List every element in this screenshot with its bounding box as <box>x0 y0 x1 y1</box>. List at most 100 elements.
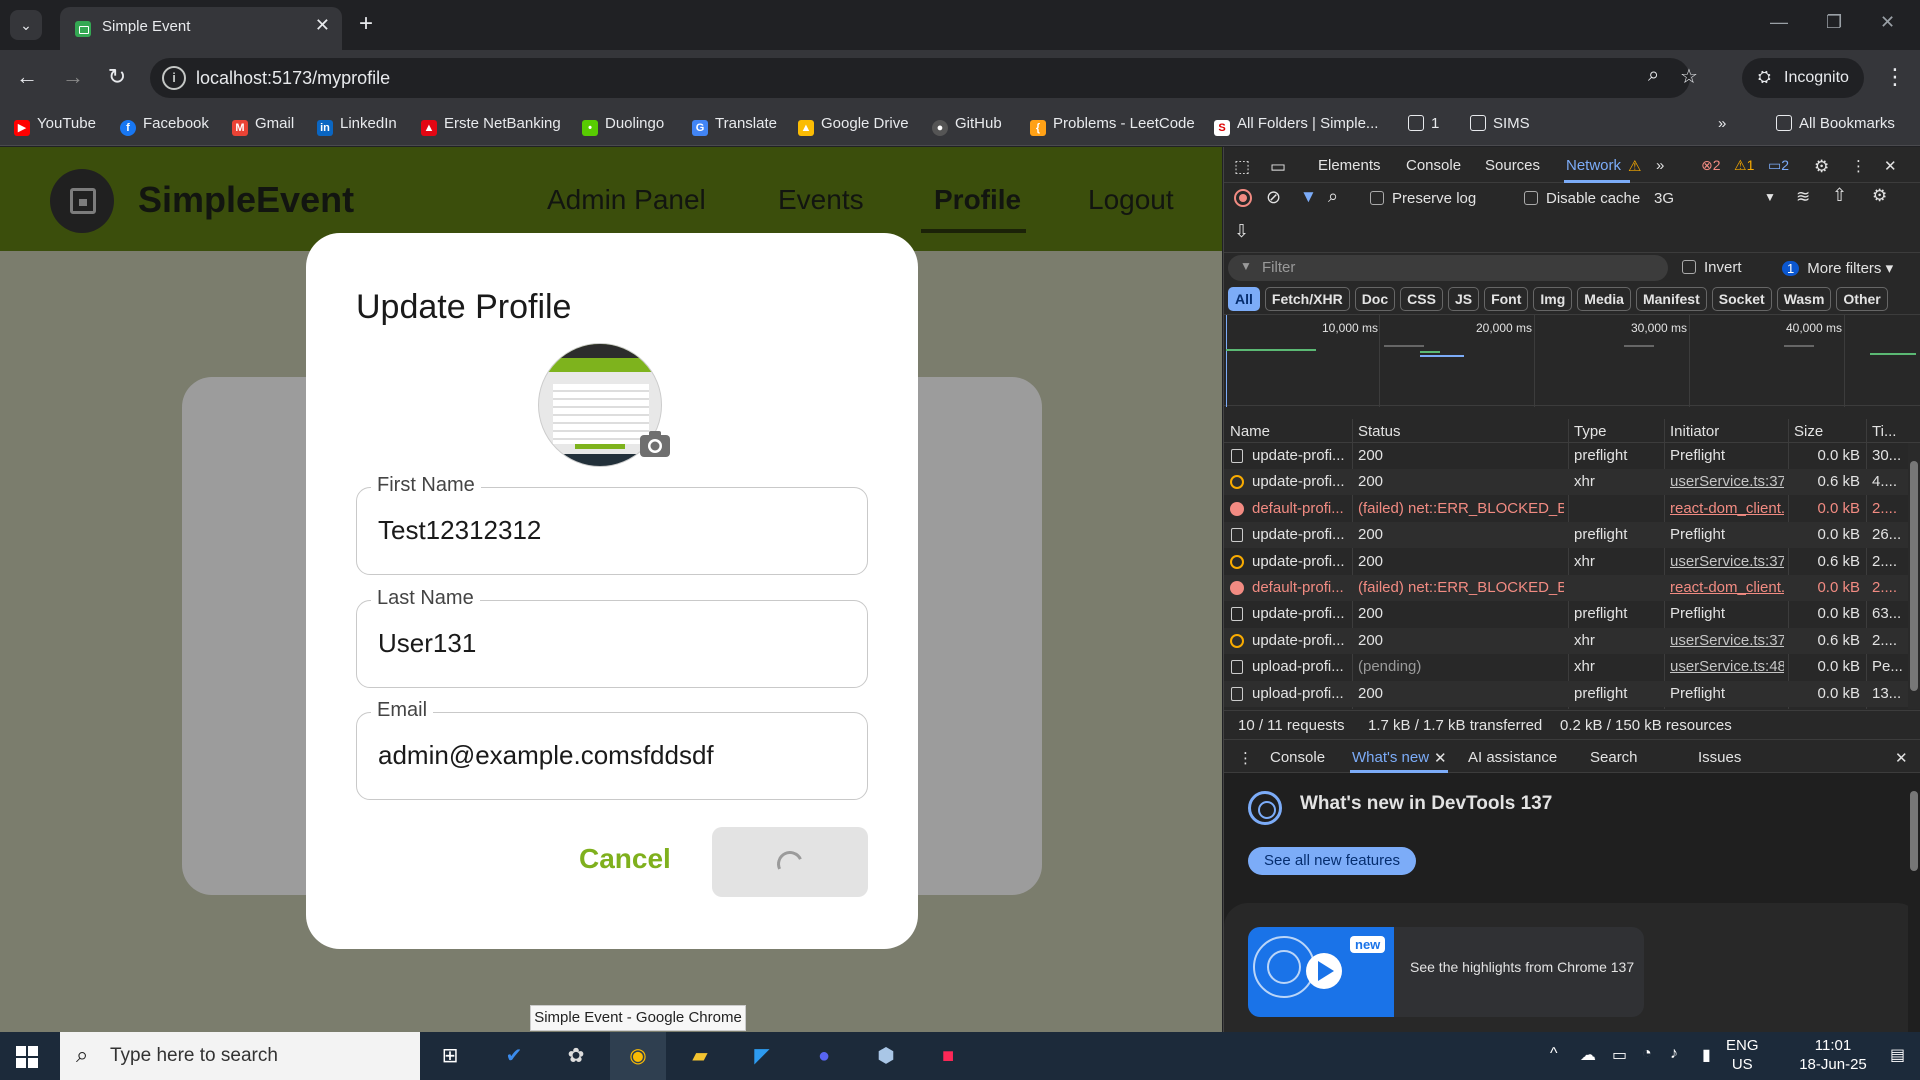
brand-name[interactable]: SimpleEvent <box>138 179 354 221</box>
filter-input[interactable]: ▼ Filter <box>1228 255 1668 281</box>
more-bookmarks-chevron-icon[interactable]: » <box>1718 115 1726 132</box>
reload-icon[interactable]: ↻ <box>102 64 132 90</box>
filter-other[interactable]: Other <box>1836 287 1888 311</box>
first-name-input[interactable]: Test12312312 <box>378 515 541 546</box>
language-indicator[interactable]: ENG US <box>1726 1036 1759 1074</box>
drawer-tab-issues[interactable]: Issues <box>1698 749 1741 766</box>
new-tab-button[interactable]: + <box>352 10 380 38</box>
filter-doc[interactable]: Doc <box>1354 287 1396 311</box>
filter-img[interactable]: Img <box>1533 287 1573 311</box>
forward-icon[interactable]: → <box>58 64 88 90</box>
settings-gear-icon[interactable]: ⚙ <box>1814 157 1829 177</box>
address-bar[interactable]: i localhost:5173/myprofile ⌕ ☆ <box>150 58 1698 98</box>
close-devtools-icon[interactable]: ✕ <box>1884 157 1897 175</box>
filter-all[interactable]: All <box>1228 287 1260 311</box>
table-row[interactable]: update-profi... 200 preflight Preflight 0.0 … <box>1224 443 1920 469</box>
table-row[interactable]: update-profi... 200 preflight Preflight 0.0 … <box>1224 601 1920 627</box>
discord-app-icon[interactable]: ● <box>806 1040 842 1072</box>
drawer-tab-console[interactable]: Console <box>1270 749 1325 766</box>
intellij-app-icon[interactable]: ■ <box>930 1040 966 1072</box>
close-drawer-icon[interactable]: ✕ <box>1895 749 1908 767</box>
vscode-app-icon[interactable]: ◤ <box>744 1040 780 1072</box>
info-count-badge[interactable]: ▭2 <box>1768 157 1789 174</box>
clock[interactable]: 11:01 18-Jun-25 <box>1790 1036 1876 1074</box>
filter-funnel-icon[interactable]: ▼ <box>1300 187 1317 207</box>
clear-log-icon[interactable]: ⊘ <box>1266 187 1281 208</box>
paint-app-icon[interactable]: ✿ <box>558 1040 594 1072</box>
url-text[interactable]: localhost:5173/myprofile <box>196 68 390 89</box>
site-info-icon[interactable]: i <box>162 66 186 90</box>
postgres-app-icon[interactable]: ⬢ <box>868 1040 904 1072</box>
task-view-icon[interactable]: ⊞ <box>432 1040 468 1072</box>
email-field[interactable]: Email admin@example.comsfddsdf <box>356 699 868 800</box>
bookmark-erste[interactable]: ▲ Erste NetBanking <box>421 115 561 136</box>
tab-network[interactable]: Network <box>1566 157 1621 174</box>
bookmark-linkedin[interactable]: in LinkedIn <box>317 115 397 136</box>
more-filters-button[interactable]: 1 More filters ▾ <box>1782 259 1893 277</box>
col-initiator[interactable]: Initiator <box>1670 423 1719 440</box>
nav-profile[interactable]: Profile <box>934 184 1021 216</box>
inspect-element-icon[interactable]: ⬚ <box>1234 157 1250 177</box>
bookmark-folder-sims[interactable]: SIMS <box>1470 115 1530 132</box>
warning-count-badge[interactable]: ⚠1 <box>1734 157 1754 174</box>
filter-font[interactable]: Font <box>1484 287 1529 311</box>
camera-icon[interactable] <box>638 429 672 459</box>
col-size[interactable]: Size <box>1794 423 1823 440</box>
network-conditions-icon[interactable]: ≋ <box>1796 187 1810 207</box>
col-name[interactable]: Name <box>1230 423 1270 440</box>
drawer-tab-whats-new[interactable]: What's new <box>1352 749 1429 766</box>
bookmark-star-icon[interactable]: ☆ <box>1680 64 1698 89</box>
filter-wasm[interactable]: Wasm <box>1776 287 1832 311</box>
bookmark-facebook[interactable]: f Facebook <box>120 115 209 136</box>
table-row[interactable]: default-profi... (failed) net::ERR_BLOCKE… <box>1224 496 1920 522</box>
table-row[interactable]: upload-profi... 200 preflight Preflight 0.0 … <box>1224 680 1920 707</box>
table-row[interactable]: upload-profi... (pending) xhr userService.t… <box>1224 654 1920 680</box>
invert-checkbox[interactable]: Invert <box>1682 259 1742 276</box>
bookmark-youtube[interactable]: ▶ YouTube <box>14 115 96 136</box>
network-settings-icon[interactable]: ⚙ <box>1872 186 1887 206</box>
browser-tab[interactable]: Simple Event ✕ <box>60 7 342 50</box>
battery-icon[interactable]: ▭ <box>1612 1045 1627 1065</box>
close-tab-icon[interactable]: ✕ <box>315 15 330 36</box>
export-har-icon[interactable]: ⇩ <box>1234 221 1249 242</box>
cell-initiator[interactable]: react-dom_client.j <box>1670 579 1784 596</box>
table-row[interactable]: update-profi... 200 xhr userService.ts:37 0.… <box>1224 627 1920 654</box>
restore-icon[interactable]: ❐ <box>1826 12 1842 33</box>
filter-socket[interactable]: Socket <box>1711 287 1772 311</box>
cancel-button[interactable]: Cancel <box>579 843 671 875</box>
nav-logout[interactable]: Logout <box>1088 184 1174 216</box>
more-tabs-chevron-icon[interactable]: » <box>1656 157 1664 174</box>
security-tray-icon[interactable]: ☁ <box>1580 1045 1596 1065</box>
bookmark-gmail[interactable]: M Gmail <box>232 115 294 136</box>
tab-search-button[interactable]: ⌄ <box>10 10 42 40</box>
col-time[interactable]: Ti... <box>1872 423 1896 440</box>
table-row[interactable]: update-profi... 200 preflight Preflight 0.0 … <box>1224 522 1920 549</box>
filter-manifest[interactable]: Manifest <box>1635 287 1707 311</box>
table-row[interactable]: update-profi... 200 xhr userService.ts:37 0.… <box>1224 549 1920 575</box>
nav-events[interactable]: Events <box>778 184 864 216</box>
bookmark-google-drive[interactable]: ▲ Google Drive <box>798 115 909 136</box>
throttle-dropdown-icon[interactable]: ▼ <box>1764 190 1776 204</box>
search-icon[interactable]: ⌕ <box>1328 186 1338 207</box>
bookmark-all-folders[interactable]: S All Folders | Simple... <box>1214 115 1378 136</box>
close-window-icon[interactable]: ✕ <box>1880 12 1895 33</box>
table-row[interactable]: default-profi... (failed) net::ERR_BLOCKE… <box>1224 575 1920 601</box>
bookmark-duolingo[interactable]: • Duolingo <box>582 115 664 136</box>
import-har-icon[interactable]: ⇧ <box>1832 185 1847 206</box>
scrollbar-thumb[interactable] <box>1910 791 1918 871</box>
first-name-field[interactable]: First Name Test12312312 <box>356 474 868 575</box>
last-name-field[interactable]: Last Name User131 <box>356 587 868 688</box>
drawer-tab-ai-assistance[interactable]: AI assistance <box>1468 749 1557 766</box>
bookmark-translate[interactable]: G Translate <box>692 115 777 136</box>
disable-cache-checkbox[interactable]: Disable cache <box>1524 190 1640 207</box>
tab-sources[interactable]: Sources <box>1485 157 1540 174</box>
cell-initiator[interactable]: userService.ts:37 <box>1670 473 1784 490</box>
drawer-menu-icon[interactable]: ⋮ <box>1238 749 1253 767</box>
filter-fetch-xhr[interactable]: Fetch/XHR <box>1264 287 1350 311</box>
incognito-indicator[interactable]: ⛭ Incognito <box>1742 58 1864 98</box>
chrome-app-icon[interactable]: ◉ <box>620 1040 656 1072</box>
tab-console[interactable]: Console <box>1406 157 1461 174</box>
todo-app-icon[interactable]: ✔ <box>496 1040 532 1072</box>
drawer-tab-search[interactable]: Search <box>1590 749 1638 766</box>
filter-js[interactable]: JS <box>1447 287 1480 311</box>
